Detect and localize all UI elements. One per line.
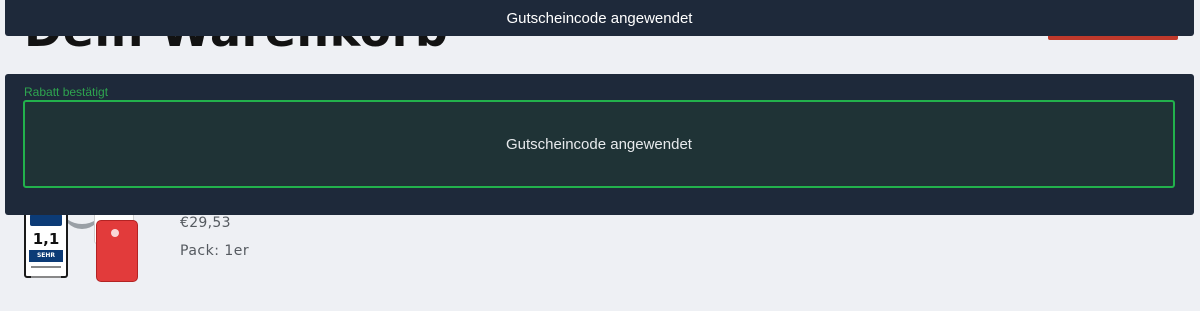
shield-icon: [30, 214, 62, 226]
cart-page: Dein Warenkorb 1,1 SEHR GUT €29,53 Pack:…: [0, 0, 1200, 311]
discount-panel: Rabatt bestätigt Gutscheincode angewende…: [5, 74, 1194, 215]
toast-message: Gutscheincode angewendet: [506, 9, 693, 27]
discount-status-label: Rabatt bestätigt: [24, 85, 109, 99]
test-seal-badge: 1,1 SEHR GUT: [24, 210, 68, 278]
test-seal-rating: SEHR GUT: [29, 250, 63, 271]
toast-notification: Gutscheincode angewendet: [5, 0, 1194, 36]
test-seal-grade: 1,1: [32, 230, 60, 248]
discount-confirmation-message: Gutscheincode angewendet: [506, 135, 692, 153]
product-variant: Pack: 1er: [180, 243, 250, 259]
test-seal-details: [31, 266, 61, 278]
phone-app-image: [96, 220, 138, 282]
product-price: €29,53: [180, 215, 231, 231]
discount-confirmation-box: Gutscheincode angewendet: [23, 100, 1175, 188]
